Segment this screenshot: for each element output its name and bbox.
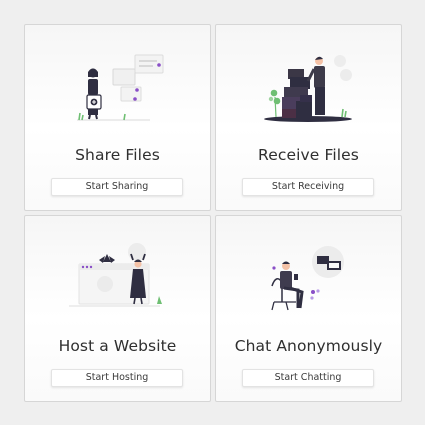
start-sharing-button[interactable]: Start Sharing xyxy=(51,178,183,196)
card-title: Host a Website xyxy=(58,337,177,355)
start-hosting-button[interactable]: Start Hosting xyxy=(51,369,183,387)
chat-anonymously-illustration xyxy=(271,246,344,311)
receive-files-card: Receive Files Start Receiving xyxy=(215,24,402,211)
chat-anonymously-card: Chat Anonymously Start Chatting xyxy=(215,215,402,402)
start-chatting-button[interactable]: Start Chatting xyxy=(242,369,374,387)
host-website-card: Host a Website Start Hosting xyxy=(24,215,211,402)
host-website-illustration xyxy=(69,243,162,307)
receive-files-illustration xyxy=(264,55,352,122)
card-title: Share Files xyxy=(75,146,160,164)
start-receiving-button[interactable]: Start Receiving xyxy=(242,178,374,196)
card-title: Receive Files xyxy=(258,146,359,164)
share-files-illustration xyxy=(77,54,164,121)
share-files-card: Share Files Start Sharing xyxy=(24,24,211,211)
card-title: Chat Anonymously xyxy=(234,337,383,355)
mode-grid: Share Files Start Sharing Receive Files … xyxy=(24,24,402,402)
